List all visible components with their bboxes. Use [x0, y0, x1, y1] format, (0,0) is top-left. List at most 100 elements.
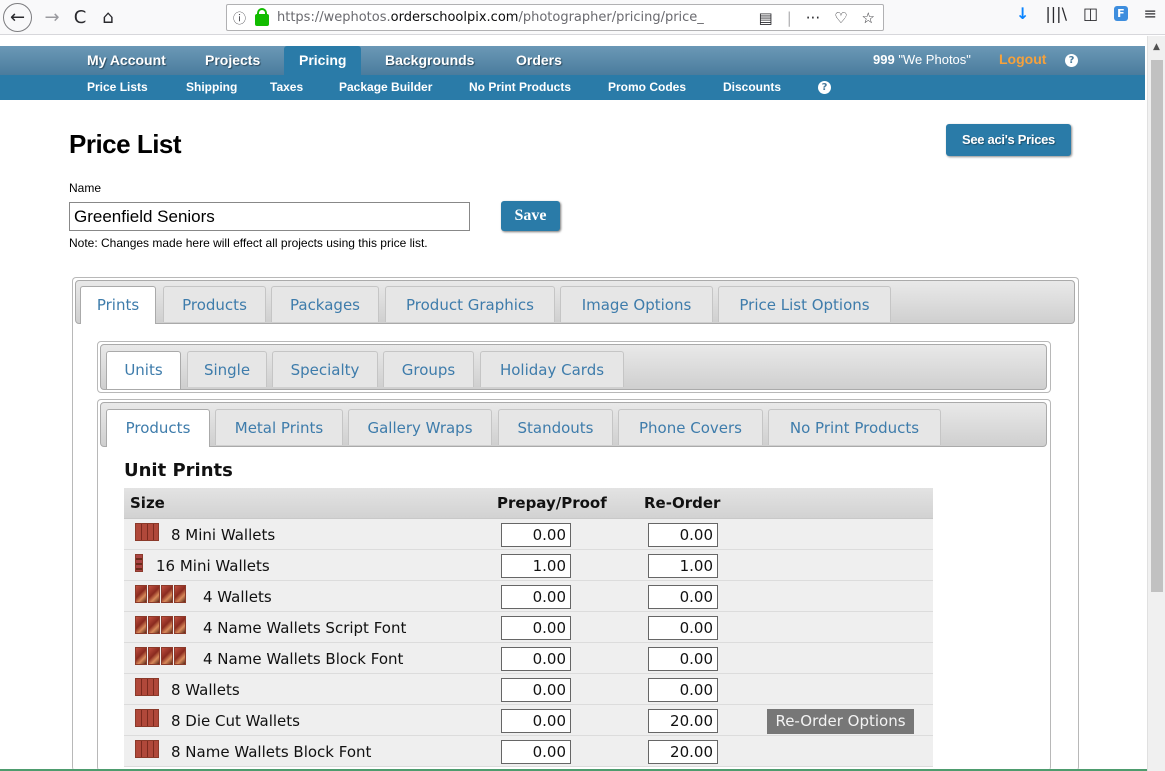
lock-icon[interactable] — [255, 7, 269, 26]
library-icon[interactable]: |||\ — [1045, 4, 1067, 23]
tab-standouts[interactable]: Standouts — [498, 409, 613, 445]
reorder-price-input[interactable] — [648, 740, 718, 764]
prepay-price-input[interactable] — [501, 585, 571, 609]
browser-toolbar: ← → C ⌂ ⓘ https://wephotos.orderschoolpi… — [0, 0, 1165, 35]
subnav-discounts[interactable]: Discounts — [723, 75, 781, 100]
subnav-package-builder[interactable]: Package Builder — [339, 75, 432, 100]
tab-inner-products[interactable]: Products — [106, 409, 210, 447]
print-type-tab-bar: Units Single Specialty Groups Holiday Ca… — [100, 344, 1047, 390]
prepay-price-input[interactable] — [501, 647, 571, 671]
prepay-price-input[interactable] — [501, 616, 571, 640]
product-thumbnail-icon — [135, 523, 159, 541]
tab-products[interactable]: Products — [163, 286, 266, 322]
info-icon[interactable]: ⓘ — [233, 8, 255, 27]
url-text[interactable]: https://wephotos.orderschoolpix.com/phot… — [277, 10, 704, 25]
subnav-shipping[interactable]: Shipping — [186, 75, 237, 100]
nav-pricing[interactable]: Pricing — [284, 46, 362, 75]
bookmark-star-icon[interactable]: ☆ — [862, 9, 875, 27]
reload-icon[interactable]: C — [66, 3, 94, 31]
prepay-price-input[interactable] — [501, 554, 571, 578]
download-icon[interactable]: ↓ — [1016, 4, 1029, 23]
prepay-price-input[interactable] — [501, 709, 571, 733]
table-row: 16 Mini Wallets — [124, 550, 933, 581]
back-arrow-icon[interactable]: ← — [3, 3, 32, 32]
reorder-price-input[interactable] — [648, 585, 718, 609]
table-row: 8 Mini Wallets — [124, 519, 933, 550]
section-title: Unit Prints — [124, 460, 233, 481]
tab-holiday-cards[interactable]: Holiday Cards — [480, 351, 624, 387]
reader-view-icon[interactable]: ▤ — [759, 9, 773, 27]
save-button[interactable]: Save — [501, 201, 560, 231]
tab-prints[interactable]: Prints — [80, 286, 156, 324]
prepay-price-input[interactable] — [501, 740, 571, 764]
table-row: 8 Name Wallets Block Font — [124, 736, 933, 767]
tab-packages[interactable]: Packages — [271, 286, 379, 322]
reorder-options-button[interactable]: Re-Order Options — [767, 709, 914, 734]
product-size-label: 4 Name Wallets Block Font — [203, 650, 404, 668]
nav-orders[interactable]: Orders — [516, 46, 562, 75]
reorder-price-input[interactable] — [648, 709, 718, 733]
price-list-name-input[interactable] — [69, 202, 470, 231]
reorder-price-input[interactable] — [648, 523, 718, 547]
product-thumbnail-icon — [135, 709, 159, 727]
nav-my-account[interactable]: My Account — [87, 46, 166, 75]
reorder-price-input[interactable] — [648, 616, 718, 640]
menu-icon[interactable]: ≡ — [1144, 4, 1157, 23]
home-icon[interactable]: ⌂ — [94, 3, 122, 31]
scroll-thumb[interactable] — [1151, 60, 1163, 592]
tab-image-options[interactable]: Image Options — [560, 286, 713, 322]
tab-gallery-wraps[interactable]: Gallery Wraps — [348, 409, 492, 445]
subnav-price-lists[interactable]: Price Lists — [87, 75, 148, 100]
column-reorder: Re-Order — [644, 494, 721, 512]
prepay-price-input[interactable] — [501, 678, 571, 702]
subnav-no-print-products[interactable]: No Print Products — [469, 75, 571, 100]
tab-product-graphics[interactable]: Product Graphics — [385, 286, 555, 322]
reorder-price-input[interactable] — [648, 554, 718, 578]
scroll-up-arrow-icon[interactable]: ▲ — [1153, 42, 1160, 52]
product-thumbnail-icon — [135, 616, 186, 634]
subnav-taxes[interactable]: Taxes — [270, 75, 303, 100]
product-thumbnail-icon — [135, 740, 159, 758]
pocket-icon[interactable]: ♡ — [834, 9, 847, 27]
logout-link[interactable]: Logout — [999, 46, 1046, 73]
note-text: Note: Changes made here will effect all … — [69, 236, 428, 250]
tab-specialty[interactable]: Specialty — [272, 351, 378, 387]
extension-icon[interactable]: F — [1114, 6, 1128, 21]
table-header: Size Prepay/Proof Re-Order — [124, 488, 933, 519]
main-tab-bar: Prints Products Packages Product Graphic… — [75, 280, 1075, 324]
subnav-help-icon[interactable]: ? — [818, 81, 831, 94]
table-row: 4 Wallets — [124, 581, 933, 612]
tab-phone-covers[interactable]: Phone Covers — [618, 409, 763, 445]
product-size-label: 8 Name Wallets Block Font — [171, 743, 372, 761]
table-row: 8 Die Cut Wallets Re-Order Options — [124, 705, 933, 736]
subnav-promo-codes[interactable]: Promo Codes — [608, 75, 686, 100]
help-icon[interactable]: ? — [1065, 54, 1078, 67]
tab-price-list-options[interactable]: Price List Options — [718, 286, 891, 322]
url-bar[interactable]: ⓘ https://wephotos.orderschoolpix.com/ph… — [226, 4, 884, 31]
page-actions-icon[interactable]: ··· — [806, 9, 820, 27]
see-prices-button[interactable]: See aci's Prices — [946, 124, 1071, 156]
forward-arrow-icon[interactable]: → — [38, 3, 66, 31]
tab-units[interactable]: Units — [106, 351, 181, 389]
name-label: Name — [69, 181, 102, 195]
reorder-price-input[interactable] — [648, 647, 718, 671]
product-size-label: 4 Name Wallets Script Font — [203, 619, 407, 637]
table-row: 8 Wallets — [124, 674, 933, 705]
column-prepay-proof: Prepay/Proof — [497, 494, 607, 512]
product-size-label: 16 Mini Wallets — [156, 557, 270, 575]
sidebar-icon[interactable]: ◫ — [1083, 4, 1098, 23]
tab-metal-prints[interactable]: Metal Prints — [215, 409, 343, 445]
product-thumbnail-icon — [135, 554, 143, 572]
page-scrollbar[interactable]: ▲ — [1147, 36, 1165, 771]
tab-no-print-products[interactable]: No Print Products — [768, 409, 941, 445]
nav-projects[interactable]: Projects — [205, 46, 260, 75]
product-size-label: 8 Mini Wallets — [171, 526, 276, 544]
tab-groups[interactable]: Groups — [383, 351, 474, 387]
table-row: 4 Name Wallets Script Font — [124, 612, 933, 643]
reorder-price-input[interactable] — [648, 678, 718, 702]
product-thumbnail-icon — [135, 585, 186, 603]
tab-single[interactable]: Single — [187, 351, 267, 387]
product-type-tab-bar: Products Metal Prints Gallery Wraps Stan… — [100, 402, 1047, 447]
nav-backgrounds[interactable]: Backgrounds — [385, 46, 474, 75]
prepay-price-input[interactable] — [501, 523, 571, 547]
